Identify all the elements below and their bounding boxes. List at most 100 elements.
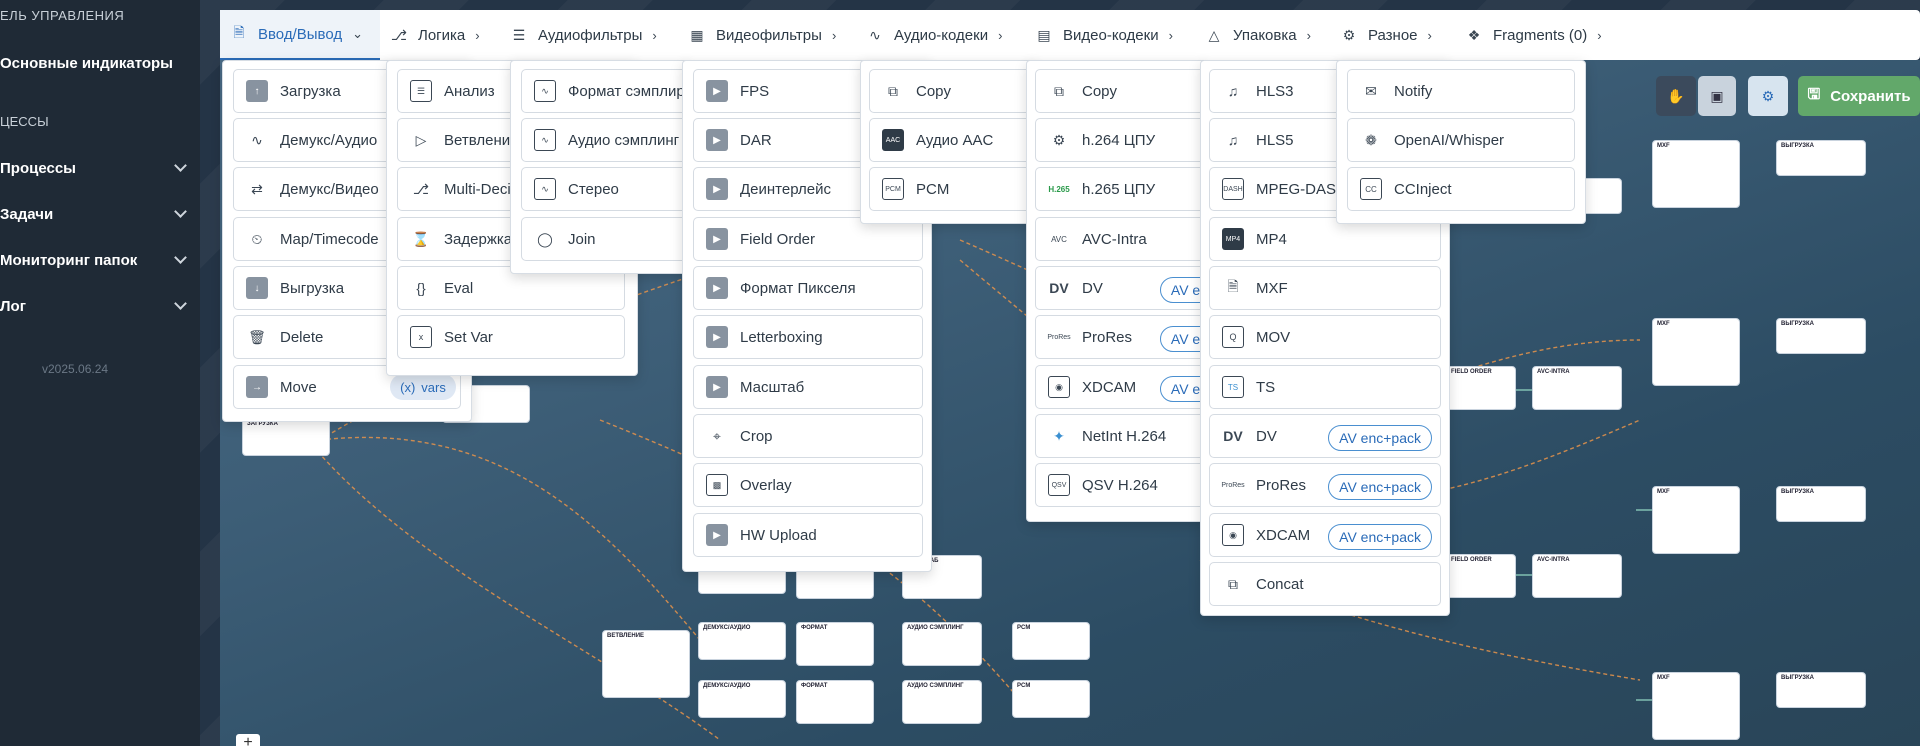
tab-audio-filters[interactable]: ☰ Аудиофильтры ›: [510, 10, 657, 60]
menu-item-crop[interactable]: ⌖ Crop: [693, 414, 923, 458]
workflow-node[interactable]: MXF: [1652, 486, 1740, 554]
tab-fragments[interactable]: ❖ Fragments (0) ›: [1465, 10, 1602, 60]
workflow-node[interactable]: PCM: [1012, 680, 1090, 718]
vars-badge[interactable]: (x) vars: [390, 374, 456, 400]
crop-icon: ⌖: [713, 427, 721, 444]
fit-view-button[interactable]: ▣: [1698, 76, 1736, 116]
chevron-right-icon: ›: [475, 27, 480, 43]
menu-item-mov[interactable]: Q MOV: [1209, 315, 1441, 359]
vars-label: vars: [421, 379, 446, 395]
menu-item-xdcam[interactable]: ◉XDCAMAV enc: [1035, 365, 1207, 409]
copy-icon: ⧉: [888, 82, 898, 99]
sidebar-item-log[interactable]: Лог: [0, 297, 187, 315]
menu-item-scale[interactable]: ▶ Масштаб: [693, 365, 923, 409]
workflow-node[interactable]: MXF: [1652, 318, 1740, 386]
menu-item-qsv-h264[interactable]: QSV QSV H.264: [1035, 463, 1207, 507]
menu-item-stereo[interactable]: ∿ Стерео: [521, 167, 701, 211]
variable-icon: x: [410, 326, 432, 348]
workflow-node[interactable]: MXF: [1652, 140, 1740, 208]
sidebar-item-processes[interactable]: Процессы: [0, 159, 187, 177]
menu-item-netint-h264[interactable]: ✦ NetInt H.264: [1035, 414, 1207, 458]
zoom-in-button[interactable]: +: [236, 734, 260, 746]
workflow-node[interactable]: ДЕМУКС/АУДИО: [698, 622, 786, 660]
menu-item-concat[interactable]: ⧉ Concat: [1209, 562, 1441, 606]
menu-item-mxf[interactable]: 🗎 MXF: [1209, 266, 1441, 310]
menu-item-label: Delete: [280, 328, 324, 346]
workflow-node[interactable]: ВЕТВЛЕНИЕ: [602, 630, 690, 698]
menu-item-prores[interactable]: ProResProResAV enc: [1035, 315, 1207, 359]
qsv-icon: QSV: [1048, 474, 1070, 496]
tab-misc[interactable]: ⚙ Разное ›: [1340, 10, 1432, 60]
workflow-node[interactable]: MXF: [1652, 672, 1740, 740]
menu-item-h265-cpu[interactable]: H.265 h.265 ЦПУ: [1035, 167, 1207, 211]
tab-video-codecs[interactable]: ▤ Видео-кодеки ›: [1035, 10, 1173, 60]
tab-io[interactable]: 🗎 Ввод/Вывод ⌄: [220, 10, 380, 60]
playlist-icon: ♫: [1227, 83, 1239, 99]
menu-item-h264-cpu[interactable]: ⚙ h.264 ЦПУ: [1035, 118, 1207, 162]
menu-item-ccinject[interactable]: CC CCInject: [1347, 167, 1575, 211]
workflow-node[interactable]: ДЕМУКС/АУДИО: [698, 680, 786, 718]
xdcam-icon: ◉: [1222, 524, 1244, 546]
menu-item-letterboxing[interactable]: ▶ Letterboxing: [693, 315, 923, 359]
tab-logic[interactable]: ⎇ Логика ›: [390, 10, 480, 60]
menu-item-video-copy[interactable]: ⧉ Copy: [1035, 69, 1207, 113]
save-button[interactable]: 🖫 Сохранить: [1798, 76, 1920, 116]
menu-item-label: ProRes: [1082, 328, 1133, 346]
workflow-node[interactable]: ЗАГРУЗКА: [242, 418, 330, 456]
sidebar-item-tasks[interactable]: Задачи: [0, 205, 187, 223]
tab-video-filters[interactable]: ▦ Видеофильтры ›: [688, 10, 836, 60]
sidebar-item-folder-monitoring[interactable]: Мониторинг папок: [0, 251, 187, 269]
menu-item-ts[interactable]: TS TS: [1209, 365, 1441, 409]
tab-packaging[interactable]: △ Упаковка ›: [1205, 10, 1311, 60]
menu-item-sample-format[interactable]: ∿ Формат сэмплиро: [521, 69, 701, 113]
menu-item-whisper[interactable]: ❁ OpenAI/Whisper: [1347, 118, 1575, 162]
menu-item-label: Формат Пикселя: [740, 279, 856, 297]
workflow-node[interactable]: FIELD ORDER: [1446, 366, 1516, 410]
workflow-node[interactable]: ФОРМАТ: [796, 622, 874, 666]
menu-item-join[interactable]: ◯ Join: [521, 217, 701, 261]
chevron-down-icon: [174, 297, 187, 310]
audio-filter-icon: ∿: [534, 129, 556, 151]
audio-filter-icon: ∿: [534, 80, 556, 102]
move-folder-icon: →: [246, 376, 268, 398]
menu-item-xdcam-pack[interactable]: ◉ XDCAM AV enc+pack: [1209, 513, 1441, 557]
chevron-right-icon: ›: [1427, 27, 1432, 43]
workflow-node[interactable]: PCM: [1012, 622, 1090, 660]
workflow-node[interactable]: ВЫГРУЗКА: [1776, 672, 1866, 708]
menu-item-avc-intra[interactable]: AVC AVC-Intra: [1035, 217, 1207, 261]
workflow-node[interactable]: FIELD ORDER: [1446, 554, 1516, 598]
menu-item-dv[interactable]: DVDVAV enc: [1035, 266, 1207, 310]
menu-item-label: Map/Timecode: [280, 230, 379, 248]
menu-item-dv-pack[interactable]: DV DV AV enc+pack: [1209, 414, 1441, 458]
workflow-node[interactable]: ВЫГРУЗКА: [1776, 140, 1866, 176]
workflow-node[interactable]: АУДИО СЭМПЛИНГ: [902, 622, 982, 666]
menu-item-prores-pack[interactable]: ProRes ProRes AV enc+pack: [1209, 463, 1441, 507]
xdcam-icon: ◉: [1048, 376, 1070, 398]
menu-item-audio-sampling[interactable]: ∿ Аудио сэмплинг: [521, 118, 701, 162]
sidebar-item-dashboard[interactable]: Основные индикаторы: [0, 55, 185, 72]
video-filter-icon: ▶: [706, 129, 728, 151]
menu-item-label: Letterboxing: [740, 328, 823, 346]
pan-tool-button[interactable]: ✋: [1656, 76, 1696, 116]
workflow-node[interactable]: AVC-INTRA: [1532, 554, 1622, 598]
menu-item-overlay[interactable]: ▩ Overlay: [693, 463, 923, 507]
quicktime-icon: Q: [1222, 326, 1244, 348]
chevron-right-icon: ›: [998, 27, 1003, 43]
menu-item-pixel-format[interactable]: ▶ Формат Пикселя: [693, 266, 923, 310]
download-icon: ↓: [246, 277, 268, 299]
menu-item-audio-copy[interactable]: ⧉ Copy: [869, 69, 1033, 113]
workflow-node[interactable]: ФОРМАТ: [796, 680, 874, 724]
workflow-node[interactable]: АУДИО СЭМПЛИНГ: [902, 680, 982, 724]
tab-audio-codecs[interactable]: ∿ Аудио-кодеки ›: [866, 10, 1002, 60]
menu-item-label: Notify: [1394, 82, 1433, 100]
menu-item-notify[interactable]: ✉ Notify: [1347, 69, 1575, 113]
settings-button[interactable]: ⚙: [1748, 76, 1788, 116]
menu-item-set-var[interactable]: x Set Var: [397, 315, 625, 359]
menu-item-hw-upload[interactable]: ▶ HW Upload: [693, 513, 923, 557]
menu-item-pcm[interactable]: PCM PCM: [869, 167, 1033, 211]
workflow-node[interactable]: ВЫГРУЗКА: [1776, 486, 1866, 522]
workflow-node[interactable]: AVC-INTRA: [1532, 366, 1622, 410]
chevron-down-icon: [174, 205, 187, 218]
workflow-node[interactable]: ВЫГРУЗКА: [1776, 318, 1866, 354]
menu-item-aac[interactable]: AAC Аудио AAC: [869, 118, 1033, 162]
